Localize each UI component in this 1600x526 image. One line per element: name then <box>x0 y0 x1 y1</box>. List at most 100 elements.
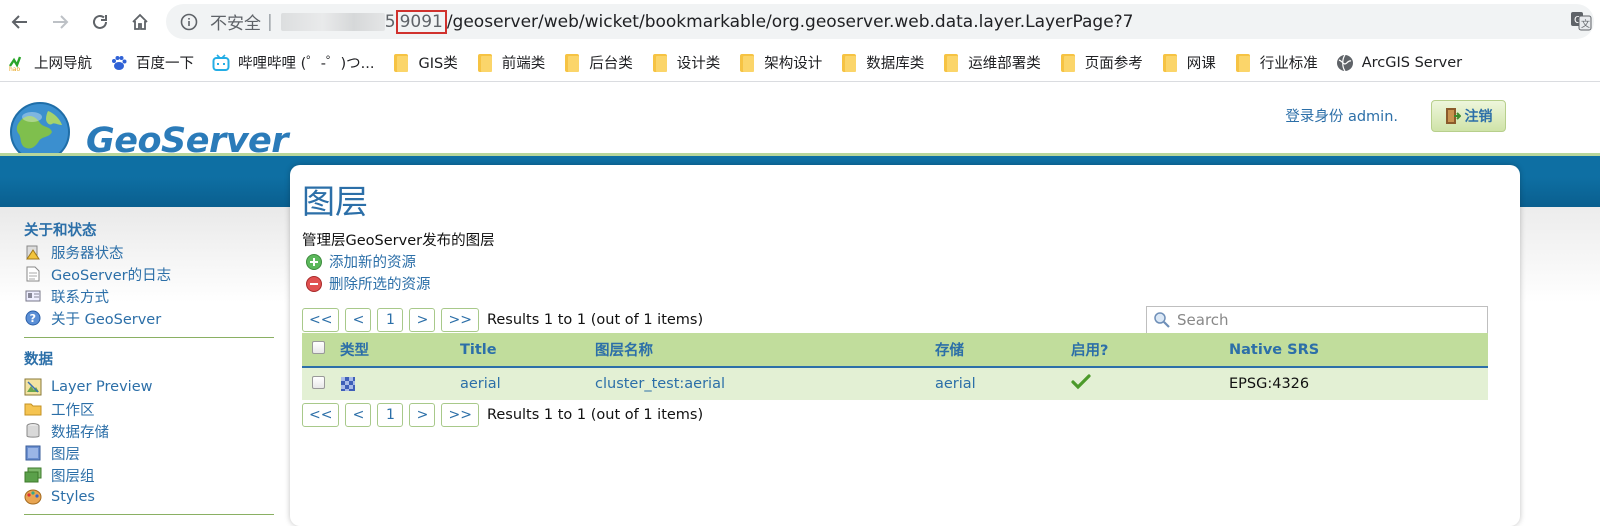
bookmark-item[interactable]: 网课 <box>1153 48 1226 78</box>
sidebar-item-layers[interactable]: 图层 <box>24 442 274 464</box>
bilibili-icon <box>212 53 230 72</box>
add-icon <box>306 253 322 270</box>
pager-prev-button[interactable]: < <box>345 308 372 332</box>
sidebar-item-label: Layer Preview <box>51 379 153 395</box>
bookmark-item[interactable]: 后台类 <box>555 48 643 78</box>
sidebar-item-workspaces[interactable]: 工作区 <box>24 398 274 420</box>
sidebar-item-styles[interactable]: Styles <box>24 486 274 508</box>
row-checkbox[interactable] <box>312 375 325 389</box>
pager-next-button[interactable]: > <box>409 308 436 332</box>
pager-prev-button[interactable]: < <box>345 403 372 427</box>
page-description: 管理层GeoServer发布的图层 <box>302 233 495 249</box>
address-separator: | <box>267 11 273 32</box>
column-header-title[interactable]: Title <box>460 333 595 368</box>
folder-icon <box>942 53 960 72</box>
bookmark-item[interactable]: GIS类 <box>384 48 467 78</box>
bookmark-label: ArcGIS Server <box>1361 54 1463 71</box>
bookmark-item[interactable]: hao 上网导航 <box>0 48 102 78</box>
pager-last-button[interactable]: >> <box>441 403 479 427</box>
host-tail: 5 <box>384 11 396 32</box>
column-header-native-srs[interactable]: Native SRS <box>1229 333 1488 368</box>
globe-icon <box>1336 54 1354 72</box>
page-title: 图层 <box>302 182 368 221</box>
title-cell[interactable]: aerial <box>460 367 595 400</box>
security-label: 不安全 <box>210 14 261 34</box>
sidebar-item-label: 联系方式 <box>51 289 109 306</box>
sidebar-item-datastores[interactable]: 数据存储 <box>24 420 274 442</box>
home-icon <box>132 13 148 30</box>
page-header: GeoServer 登录身份 admin. 注销 <box>0 83 1600 162</box>
home-button[interactable] <box>120 2 160 42</box>
pager-first-button[interactable]: << <box>302 403 340 427</box>
bookmark-label: 设计类 <box>676 56 721 72</box>
column-header-store[interactable]: 存储 <box>935 333 1071 368</box>
pager-last-button[interactable]: >> <box>441 308 479 332</box>
browser-toolbar: 不安全 | 5 9091 /geoserver/web/wicket/bookm… <box>0 0 1600 44</box>
info-icon[interactable] <box>180 13 198 31</box>
baidu-icon <box>110 54 128 72</box>
column-header-enabled[interactable]: 启用? <box>1071 333 1229 368</box>
port-highlight: 9091 <box>395 9 447 34</box>
bookmark-item[interactable]: 运维部署类 <box>934 48 1051 78</box>
sidebar-item-label: Styles <box>51 489 95 505</box>
bookmark-label: 网课 <box>1186 56 1216 72</box>
sidebar-item-about[interactable]: ? 关于 GeoServer <box>24 307 274 329</box>
sidebar-item-layer-groups[interactable]: 图层组 <box>24 464 274 486</box>
bookmark-item[interactable]: 数据库类 <box>832 48 934 78</box>
raster-icon <box>341 377 355 391</box>
sidebar-section-title-about: 关于和状态 <box>24 223 97 239</box>
add-resource-link[interactable]: 添加新的资源 <box>306 251 416 272</box>
pager-page-button[interactable]: 1 <box>377 308 404 332</box>
sidebar-item-label: 关于 GeoServer <box>51 311 162 328</box>
logout-label: 注销 <box>1464 109 1493 125</box>
pager-next-button[interactable]: > <box>409 403 436 427</box>
search-input[interactable]: Search <box>1146 306 1488 334</box>
store-cell[interactable]: aerial <box>935 367 1071 400</box>
select-all-checkbox[interactable] <box>312 341 325 354</box>
sidebar-item-layer-preview[interactable]: Layer Preview <box>24 376 274 398</box>
folder-icon <box>563 53 581 72</box>
remove-icon <box>306 275 322 292</box>
sidebar-item-label: 图层组 <box>51 468 95 485</box>
remove-resource-link[interactable]: 删除所选的资源 <box>306 273 431 294</box>
checkmark-icon <box>1071 374 1091 390</box>
sidebar-item-server-status[interactable]: 服务器状态 <box>24 241 274 263</box>
translate-icon[interactable]: G文 <box>1570 11 1592 31</box>
svg-text:?: ? <box>30 312 36 325</box>
back-button[interactable] <box>0 2 40 42</box>
forward-button[interactable] <box>40 2 80 42</box>
pager-results: Results 1 to 1 (out of 1 items) <box>486 312 704 328</box>
reload-button[interactable] <box>80 2 120 42</box>
sidebar-divider <box>24 514 274 515</box>
bookmark-item[interactable]: 行业标准 <box>1226 48 1328 78</box>
bookmark-item[interactable]: 百度一下 <box>102 48 204 78</box>
reload-icon <box>93 14 107 29</box>
styles-icon <box>24 489 42 505</box>
bookmark-item[interactable]: 前端类 <box>468 48 556 78</box>
pager-page-button[interactable]: 1 <box>377 403 404 427</box>
column-header-layer-name[interactable]: 图层名称 <box>595 333 935 368</box>
logout-button[interactable]: 注销 <box>1431 100 1506 132</box>
bookmark-item[interactable]: 设计类 <box>643 48 731 78</box>
pager-first-button[interactable]: << <box>302 308 340 332</box>
arrow-right-icon <box>53 15 69 29</box>
layer-name-cell[interactable]: cluster_test:aerial <box>595 367 935 400</box>
bookmark-item[interactable]: 架构设计 <box>730 48 832 78</box>
bookmark-item[interactable]: ArcGIS Server <box>1328 48 1472 78</box>
folder-icon <box>738 53 756 72</box>
sidebar-item-label: 数据存储 <box>51 424 109 441</box>
bookmark-item[interactable]: 哔哩哔哩 (゜-゜)つ... <box>204 48 384 78</box>
bookmark-item[interactable]: 页面参考 <box>1051 48 1153 78</box>
select-all-cell <box>302 333 340 368</box>
sidebar-item-contact[interactable]: 联系方式 <box>24 285 274 307</box>
type-cell <box>340 367 460 400</box>
logout-door-icon <box>1445 108 1461 124</box>
bookmarks-bar: hao 上网导航 百度一下 哔哩哔哩 (゜-゜)つ... GIS类 前端类 后台类 设计类 架构… <box>0 44 1600 82</box>
pager-results: Results 1 to 1 (out of 1 items) <box>486 407 704 423</box>
column-header-type[interactable]: 类型 <box>340 333 460 368</box>
geoserver-page: GeoServer 登录身份 admin. 注销 关于和状态 服务器状态 Geo… <box>0 83 1600 526</box>
remove-resource-label: 删除所选的资源 <box>329 277 431 293</box>
address-bar[interactable]: 不安全 | 5 9091 /geoserver/web/wicket/bookm… <box>166 4 1594 39</box>
sidebar-item-logs[interactable]: GeoServer的日志 <box>24 263 274 285</box>
sidebar-item-label: 服务器状态 <box>51 245 124 262</box>
